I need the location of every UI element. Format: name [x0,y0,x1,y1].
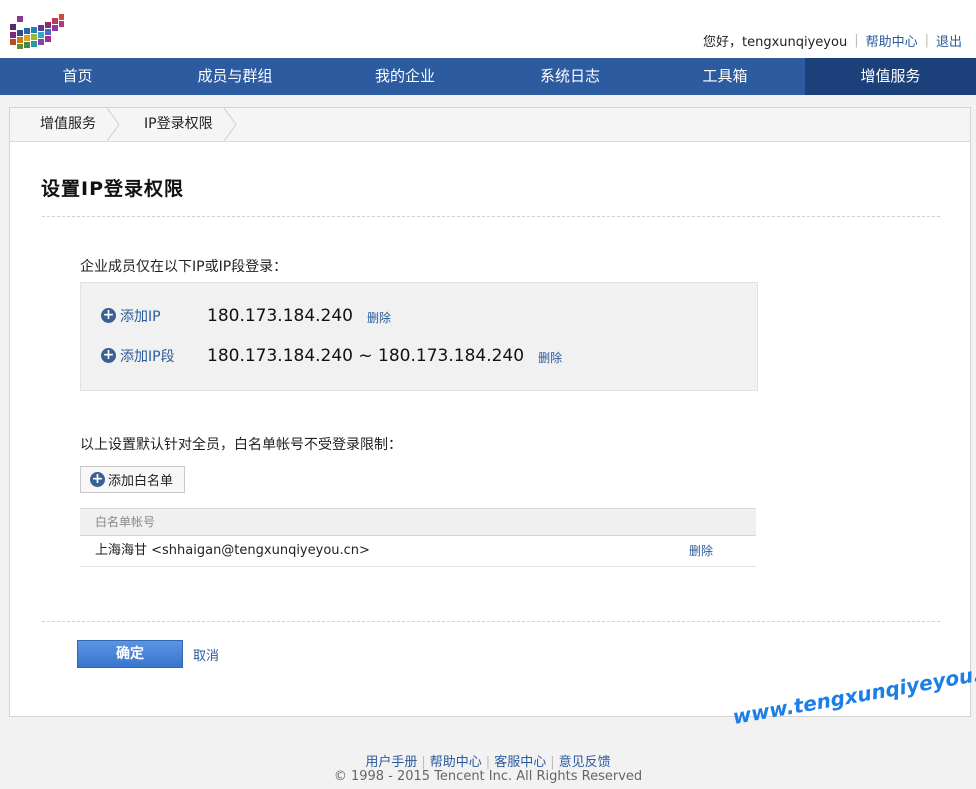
main-nav: 首页 成员与群组 我的企业 系统日志 工具箱 增值服务 [0,58,976,95]
whitelist-table: 白名单帐号 上海海甘 <shhaigan@tengxunqiyeyou.cn> … [80,508,756,567]
plus-circle-icon: + [101,307,116,323]
separator: | [550,755,555,770]
delete-whitelist-link[interactable]: 删除 [689,536,713,566]
divider [42,216,940,217]
breadcrumb-item-value-added[interactable]: 增值服务 [10,108,120,141]
add-ip-link[interactable]: + 添加IP [101,306,207,326]
whitelist-account: 上海海甘 <shhaigan@tengxunqiyeyou.cn> [95,543,370,558]
help-center-link[interactable]: 帮助中心 [866,31,918,50]
nav-item-home[interactable]: 首页 [0,58,155,95]
ip-value: 180.173.184.240 [207,305,354,326]
nav-item-members-groups[interactable]: 成员与群组 [155,58,315,95]
ip-row: + 添加IP 180.173.184.240 删除 [101,305,391,326]
nav-item-system-log[interactable]: 系统日志 [495,58,645,95]
logout-link[interactable]: 退出 [936,31,962,50]
table-row: 上海海甘 <shhaigan@tengxunqiyeyou.cn> 删除 [80,536,756,567]
ip-section-label: 企业成员仅在以下IP或IP段登录： [80,259,288,275]
whitelist-table-header: 白名单帐号 [80,508,756,536]
footer-link-feedback[interactable]: 意见反馈 [559,755,611,770]
breadcrumb-item-ip-login: IP登录权限 [114,108,237,141]
header: 您好，tengxunqiyeyou | 帮助中心 | 退出 [0,0,976,58]
nav-item-value-added[interactable]: 增值服务 [805,58,976,95]
breadcrumb: 增值服务 IP登录权限 [10,108,970,142]
plus-circle-icon: + [90,471,105,487]
footer-link-customer-service[interactable]: 客服中心 [494,755,546,770]
ip-settings-box: + 添加IP 180.173.184.240 删除 + 添加IP段 180.17… [80,282,758,391]
add-ip-range-label: 添加IP段 [120,348,175,365]
delete-ip-range-link[interactable]: 删除 [538,349,562,366]
confirm-button[interactable]: 确定 [77,640,183,668]
footer-link-user-manual[interactable]: 用户手册 [365,755,417,770]
ip-range-row: + 添加IP段 180.173.184.240 ~ 180.173.184.24… [101,345,562,366]
footer-link-help-center[interactable]: 帮助中心 [430,755,482,770]
separator: | [854,33,859,48]
separator: | [924,33,929,48]
nav-item-my-enterprise[interactable]: 我的企业 [315,58,495,95]
separator: | [421,755,426,770]
cancel-link[interactable]: 取消 [193,645,219,664]
footer-links: 用户手册 | 帮助中心 | 客服中心 | 意见反馈 [0,751,976,770]
main-panel: 增值服务 IP登录权限 设置IP登录权限 企业成员仅在以下IP或IP段登录： +… [9,107,971,717]
page-title: 设置IP登录权限 [41,178,184,200]
ip-range-value: 180.173.184.240 ~ 180.173.184.240 [207,345,525,366]
delete-ip-link[interactable]: 删除 [367,309,391,326]
separator: | [485,755,491,770]
greeting-text: 您好，tengxunqiyeyou [702,35,848,50]
add-whitelist-label: 添加白名单 [108,474,174,489]
add-whitelist-button[interactable]: + 添加白名单 [80,466,185,493]
breadcrumb-label: IP登录权限 [144,116,213,132]
plus-circle-icon: + [101,347,116,363]
whitelist-label: 以上设置默认针对全员，白名单帐号不受登录限制： [80,437,402,453]
add-ip-label: 添加IP [120,308,161,325]
logo-icon [10,14,64,49]
divider [42,621,940,622]
nav-item-toolbox[interactable]: 工具箱 [645,58,805,95]
copyright: © 1998 - 2015 Tencent Inc. All Rights Re… [333,769,643,784]
user-links: 您好，tengxunqiyeyou | 帮助中心 | 退出 [703,31,962,50]
chevron-right-icon [223,108,237,141]
add-ip-range-link[interactable]: + 添加IP段 [101,346,207,366]
breadcrumb-label: 增值服务 [40,116,96,132]
